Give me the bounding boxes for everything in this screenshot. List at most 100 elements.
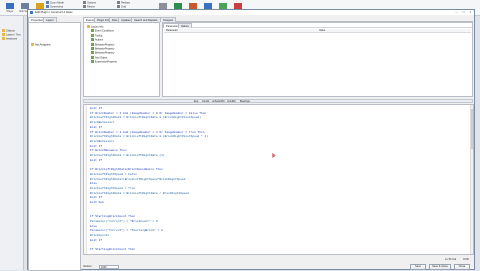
code-editor[interactable]: Exit If If BrickNumber = 3 And (ImageNumb… (83, 104, 474, 255)
tree-node[interactable]: Tooltip (91, 33, 103, 38)
player-label: Player (6, 10, 14, 13)
code-line: Parameter("Current") = "BrickCount" = 0 (90, 219, 158, 223)
project-panel: Objects Layers / Text Instances (0, 16, 24, 270)
save-close-button[interactable]: Save & Close (429, 264, 451, 270)
code-line: BrickLeftRightSpeed = False (90, 172, 137, 176)
editor-status: Ln 53 Col OVR (83, 257, 473, 262)
tree-node[interactable]: ExpressionProperty (91, 60, 117, 64)
event-icon (91, 33, 94, 37)
tree-node[interactable]: BehaviorProperty (91, 47, 114, 51)
app-icon (30, 11, 33, 14)
tree-node[interactable]: Add Object (91, 55, 108, 60)
editor-tool[interactable]: onSwitchFn (212, 100, 225, 103)
save-button[interactable]: Save (410, 264, 426, 270)
resize-icon (83, 5, 86, 8)
close-window-button[interactable]: × (467, 10, 474, 15)
folder-icon (87, 25, 90, 28)
folder-icon (31, 43, 34, 46)
grid-header: Parameter Value (164, 29, 471, 33)
tree-node-label: Add Object (95, 56, 108, 60)
code-line: If StartingBrickCount Then (90, 215, 136, 219)
zoom-icon (46, 1, 49, 4)
folder-icon (2, 37, 5, 40)
code-line: Exit If (90, 238, 103, 242)
project-row[interactable]: Instances (2, 37, 17, 41)
code-line: Else (90, 224, 97, 228)
dialog-titlebar: Edit Plugin / Construct 2 ideas – □ × (28, 10, 474, 15)
event-icon (91, 51, 94, 55)
editor-tool[interactable]: onInitFn (227, 100, 236, 103)
code-line: Parameter("Current") = "StartingBrick" =… (90, 229, 163, 233)
tree-node-label: Event Conditions (95, 29, 114, 33)
code-line: Exit If (90, 196, 103, 200)
editor-tool[interactable]: Exp (194, 100, 198, 103)
close-button[interactable]: Close (454, 264, 470, 270)
left-panel: Not Assigned (28, 22, 81, 271)
tree-node[interactable]: Layout Info (87, 25, 103, 29)
tree-node-label: Actions (95, 38, 104, 42)
code-line: BrickCounts (90, 233, 110, 237)
code-line: BrickLeftRightData = BrickLeftRightData … (90, 191, 189, 195)
code-line: BrickLeftRightSpeed = True (90, 186, 136, 190)
overwrite-indicator: OVR (463, 258, 469, 261)
player-button[interactable]: Player (2, 1, 16, 13)
redraw-icon (117, 1, 120, 4)
tree-node-label: Tooltip (95, 34, 103, 38)
column-header-value[interactable]: Value (319, 29, 325, 33)
parameters-panel: Parameters Values Parameter Value (162, 22, 473, 97)
dialog-title: Edit Plugin / Construct 2 ideas (35, 10, 73, 14)
event-icon (91, 29, 94, 33)
folder-icon (2, 29, 5, 32)
event-icon (91, 38, 94, 42)
tree-node-label: BehaviorProperty (95, 51, 115, 55)
options-icon (83, 1, 86, 4)
cursor-position: Ln 53 Col (445, 258, 457, 261)
code-line: BrickLeftRightData = BrickLeftRightData … (90, 154, 165, 157)
dialog-footer: Version 1000 Save Save & Close Close (83, 263, 473, 270)
tree-node[interactable]: BehaviorProperty (91, 42, 115, 47)
editor-toolbar: Exp Cond1 onSwitchFn onInitFn Bearings (83, 99, 473, 103)
code-line: BrickBehaviorx (90, 139, 115, 143)
tree-node-label: BehaviorProperty (95, 43, 115, 47)
params-tabbar: Parameters Values (163, 23, 472, 28)
editor-gutter (84, 105, 87, 254)
camera-icon (46, 5, 49, 8)
tree-node[interactable]: Actions (91, 38, 103, 42)
player-icon (6, 3, 14, 9)
code-line: BrickLeftRightData = BrickLeftRightData … (90, 135, 208, 139)
code-line: BrickLeftRightData=(BrickLeftRightSpeed*… (90, 177, 186, 181)
event-icon (91, 47, 94, 50)
version-label: Version (83, 265, 92, 268)
code-line: Exit If (90, 158, 103, 162)
minimize-button[interactable]: – (453, 10, 460, 15)
tree-node-label: ExpressionProperty (95, 60, 117, 64)
maximize-button[interactable]: □ (460, 10, 467, 15)
code-line: BrickLeftRightData = BrickLeftRightData … (90, 116, 202, 120)
grid-icon (117, 5, 120, 8)
event-tree: Layout Info Event Conditions Tooltip Action… (83, 22, 160, 97)
scrollbar-thumb[interactable] (471, 109, 473, 149)
code-line: If BrickLeftRightData(BrickSpeedGain) Th… (90, 168, 163, 172)
code-line: Exit If (90, 125, 103, 129)
tab-values[interactable]: Values (178, 23, 192, 28)
editor-tool[interactable]: Cond1 (202, 100, 209, 103)
code-line: If BrickMakemove Then (90, 149, 127, 153)
code-line: Exit Sub (90, 201, 104, 204)
tree-node-label: Layout Info (91, 25, 104, 29)
tree-node[interactable]: BehaviorProperty (91, 51, 114, 55)
code-line: If BrickNumber = 3 And (ImageNumber = 4 … (90, 130, 205, 134)
column-header-parameter[interactable]: Parameter (166, 29, 178, 33)
tree-item-not-assigned[interactable]: Not Assigned (31, 43, 50, 47)
event-icon (91, 60, 94, 64)
vertical-scrollbar[interactable] (470, 105, 473, 254)
event-icon (91, 42, 94, 46)
edit-plugin-dialog: Edit Plugin / Construct 2 ideas – □ × Pr… (27, 9, 475, 271)
editor-tool[interactable]: Bearings (240, 100, 250, 103)
tree-node-label: BehaviorProperty (95, 47, 115, 51)
event-icon (91, 55, 94, 59)
tree-node[interactable]: Event Conditions (91, 29, 114, 33)
folder-icon (2, 33, 5, 36)
version-input[interactable]: 1000 (99, 265, 119, 269)
code-line: Exit If (90, 144, 103, 148)
code-line: BrickBehaviorx (90, 121, 115, 125)
